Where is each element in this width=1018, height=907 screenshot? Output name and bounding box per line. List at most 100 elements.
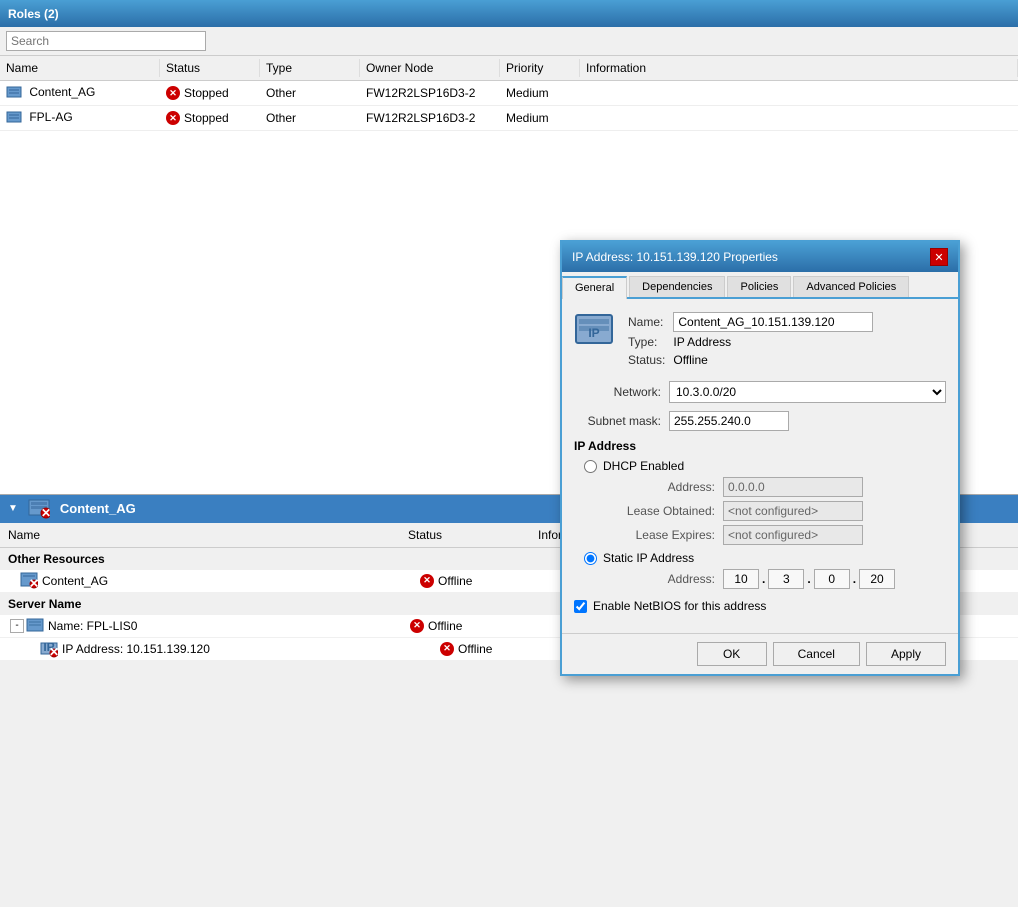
resource-info: Name: Type: IP Address Status: Offline — [624, 311, 877, 369]
bottom-panel-title: Content_AG — [60, 501, 136, 516]
lease-expires-label: Lease Expires: — [608, 528, 723, 542]
ip-address-fields: . . . — [723, 569, 895, 589]
ip-properties-dialog: IP Address: 10.151.139.120 Properties ✕ … — [560, 240, 960, 676]
resource-large-icon: IP — [574, 311, 614, 354]
bt-col-name: Name — [0, 526, 400, 544]
apply-button[interactable]: Apply — [866, 642, 946, 666]
row-info — [580, 116, 1018, 120]
dhcp-radio[interactable] — [584, 460, 597, 473]
tab-general[interactable]: General — [562, 276, 627, 299]
row-type: Other — [260, 109, 360, 127]
col-header-type: Type — [260, 59, 360, 77]
resource-name: Content_AG — [42, 574, 108, 588]
subnet-row: Subnet mask: — [574, 411, 946, 431]
dialog-close-button[interactable]: ✕ — [930, 248, 948, 266]
stopped-icon: ✕ — [166, 86, 180, 100]
dhcp-radio-row: DHCP Enabled — [584, 459, 946, 473]
resource-icon: ✕ — [20, 572, 38, 590]
tab-dependencies[interactable]: Dependencies — [629, 276, 725, 297]
tree-expand-icon[interactable]: - — [10, 619, 24, 633]
offline-icon: ✕ — [420, 574, 434, 588]
ip-octet-2[interactable] — [768, 569, 804, 589]
lease-expires-input — [723, 525, 863, 545]
ip-octet-4[interactable] — [859, 569, 895, 589]
ok-button[interactable]: OK — [697, 642, 767, 666]
network-label: Network: — [574, 385, 669, 399]
netbios-label: Enable NetBIOS for this address — [593, 599, 766, 613]
name-label: Name: — [624, 311, 669, 333]
status-text: Stopped — [184, 111, 229, 125]
row-type: Other — [260, 84, 360, 102]
offline-icon: ✕ — [410, 619, 424, 633]
table-header: Name Status Type Owner Node Priority Inf… — [0, 56, 1018, 81]
ip-status: ✕ Offline — [440, 642, 570, 656]
server-status-text: Offline — [428, 619, 462, 633]
network-input-container: 10.3.0.0/20 — [669, 381, 946, 403]
server-name-cell: - Name: FPL-LIS0 — [10, 617, 410, 635]
server-name: Name: FPL-LIS0 — [48, 619, 137, 633]
stopped-icon: ✕ — [166, 111, 180, 125]
svg-text:✕: ✕ — [49, 645, 58, 658]
search-input[interactable] — [6, 31, 206, 51]
status-text: Stopped — [184, 86, 229, 100]
row-name: FPL-AG — [0, 108, 160, 128]
ip-octet-3[interactable] — [814, 569, 850, 589]
subnet-label: Subnet mask: — [574, 414, 669, 428]
resource-header: IP Name: Type: IP Address — [574, 311, 946, 369]
ip-address-section-label: IP Address — [574, 439, 946, 453]
lease-expires-row: Lease Expires: — [608, 525, 946, 545]
cancel-button[interactable]: Cancel — [773, 642, 860, 666]
tab-policies[interactable]: Policies — [727, 276, 791, 297]
collapse-button[interactable]: ▼ — [8, 503, 18, 514]
col-header-status: Status — [160, 59, 260, 77]
radio-group: DHCP Enabled Address: Lease Obtained: Le… — [584, 459, 946, 589]
ip-address-name: IP Address: 10.151.139.120 — [62, 642, 210, 656]
col-header-priority: Priority — [500, 59, 580, 77]
table-row[interactable]: FPL-AG ✕ Stopped Other FW12R2LSP16D3-2 M… — [0, 106, 1018, 131]
svg-text:IP: IP — [588, 326, 599, 340]
row-owner: FW12R2LSP16D3-2 — [360, 84, 500, 102]
dialog-title-text: IP Address: 10.151.139.120 Properties — [572, 250, 778, 264]
svg-text:✕: ✕ — [29, 576, 38, 590]
dialog-overlay: IP Address: 10.151.139.120 Properties ✕ … — [560, 240, 960, 676]
netbios-checkbox[interactable] — [574, 600, 587, 613]
ip-octet-1[interactable] — [723, 569, 759, 589]
row-info — [580, 91, 1018, 95]
network-row: Network: 10.3.0.0/20 — [574, 381, 946, 403]
static-sub-form: Address: . . . — [608, 569, 946, 589]
row-priority: Medium — [500, 109, 580, 127]
static-radio-row: Static IP Address — [584, 551, 946, 565]
ip-dot-3: . — [852, 572, 857, 586]
netbios-row: Enable NetBIOS for this address — [574, 599, 946, 613]
content-ag-icon: ✕ — [28, 499, 50, 519]
row-name: Content_AG — [0, 83, 160, 103]
ip-dot-2: . — [806, 572, 811, 586]
static-address-row: Address: . . . — [608, 569, 946, 589]
resource-status: ✕ Offline — [420, 574, 550, 588]
static-address-label: Address: — [608, 572, 723, 586]
static-radio[interactable] — [584, 552, 597, 565]
role-name: FPL-AG — [29, 110, 72, 124]
dialog-content: IP Name: Type: IP Address — [562, 299, 958, 633]
server-icon — [6, 85, 22, 101]
dialog-tabs: General Dependencies Policies Advanced P… — [562, 272, 958, 299]
col-header-name: Name — [0, 59, 160, 77]
server-icon — [6, 110, 22, 126]
dialog-buttons: OK Cancel Apply — [562, 633, 958, 674]
row-status: ✕ Stopped — [160, 84, 260, 102]
static-label: Static IP Address — [603, 551, 694, 565]
lease-obtained-input — [723, 501, 863, 521]
status-field-label: Status: — [624, 351, 669, 369]
search-bar — [0, 27, 1018, 56]
network-select[interactable]: 10.3.0.0/20 — [669, 381, 946, 403]
tab-advanced-policies[interactable]: Advanced Policies — [793, 276, 909, 297]
name-input[interactable] — [673, 312, 873, 332]
row-owner: FW12R2LSP16D3-2 — [360, 109, 500, 127]
ip-name-cell: IP ✕ IP Address: 10.151.139.120 — [40, 640, 440, 658]
ip-status-text: Offline — [458, 642, 492, 656]
table-row[interactable]: Content_AG ✕ Stopped Other FW12R2LSP16D3… — [0, 81, 1018, 106]
title-bar: Roles (2) — [0, 0, 1018, 27]
dhcp-sub-form: Address: Lease Obtained: Lease Expires: — [608, 477, 946, 545]
subnet-input[interactable] — [669, 411, 789, 431]
row-priority: Medium — [500, 84, 580, 102]
